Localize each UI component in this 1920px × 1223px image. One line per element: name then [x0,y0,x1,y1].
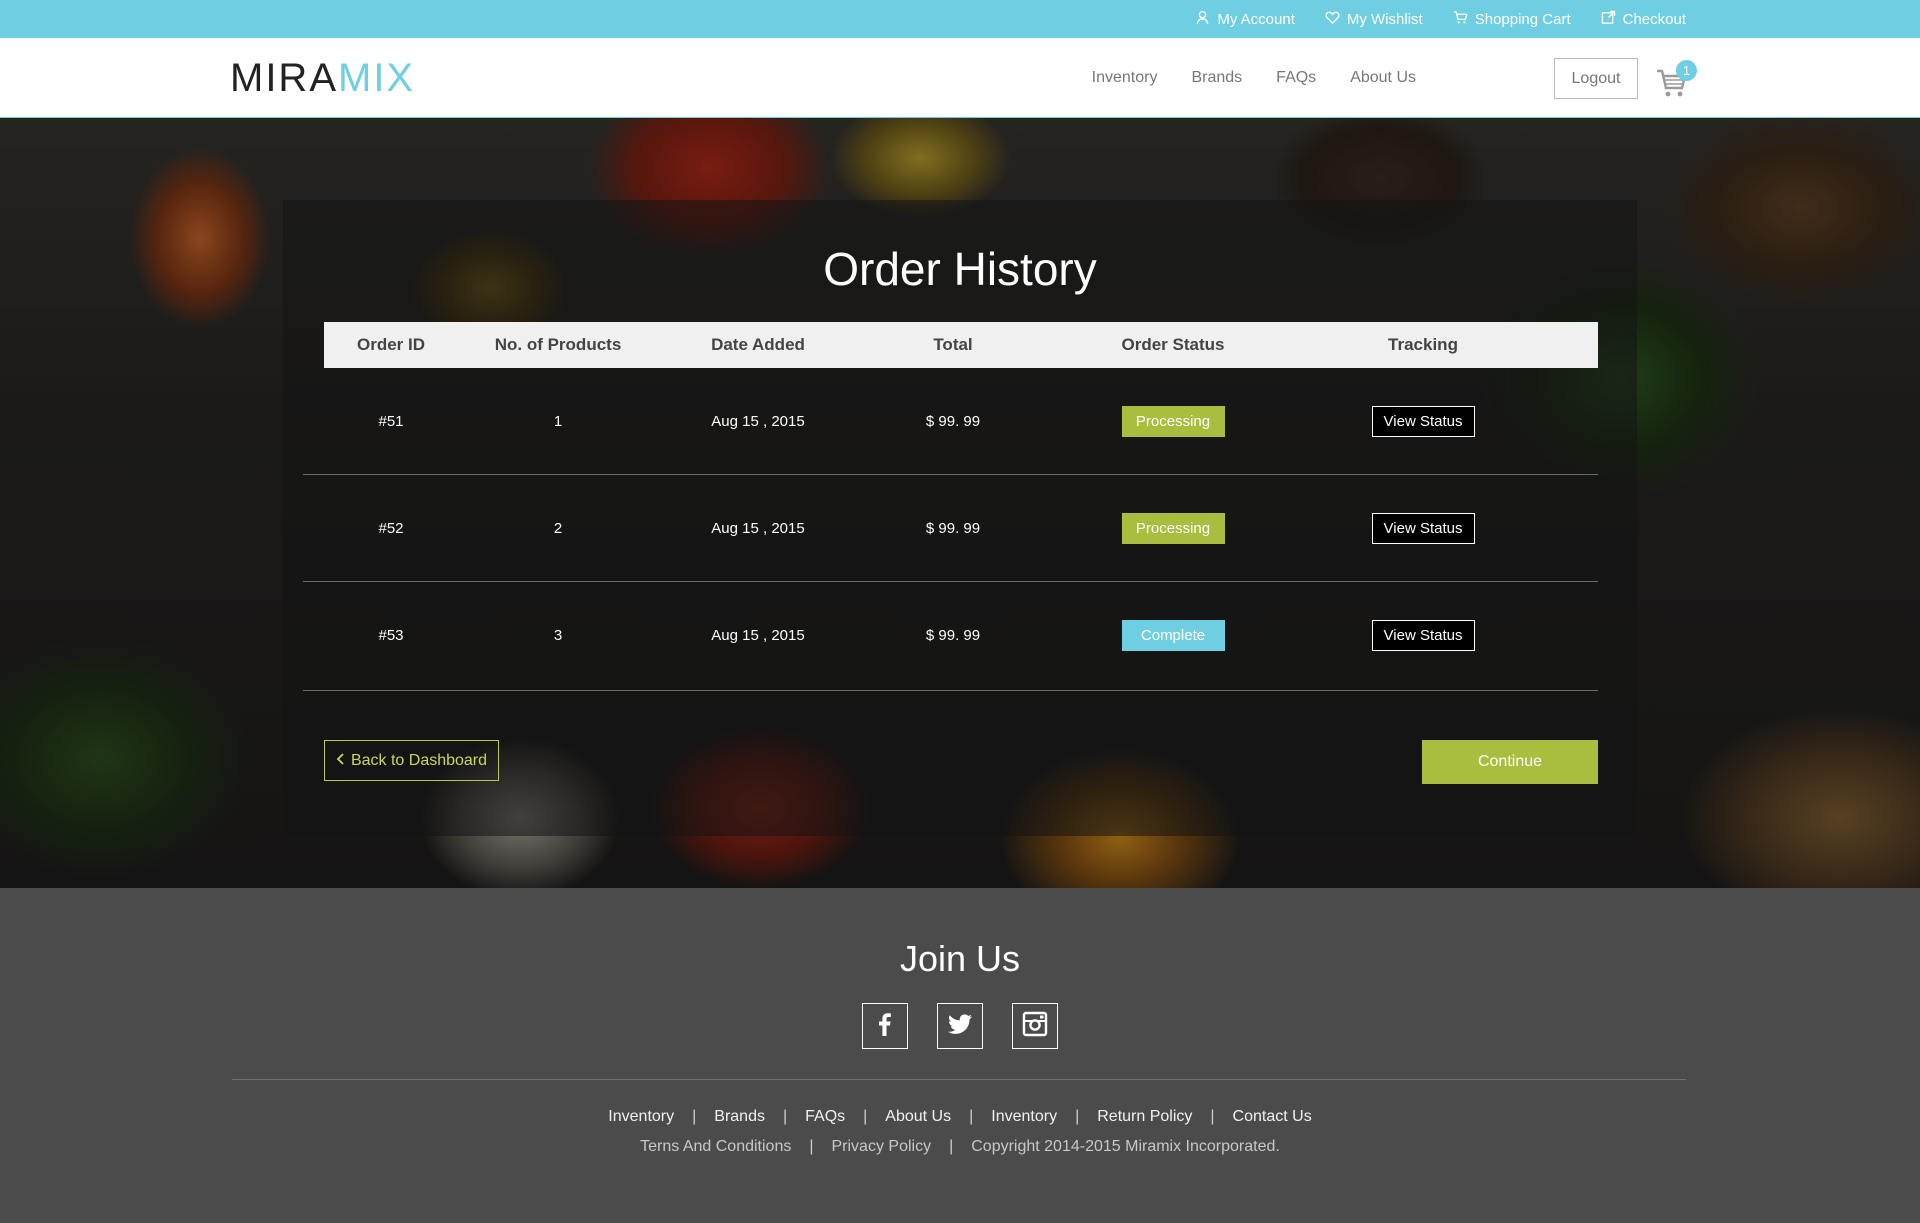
link-separator: | [809,1138,814,1155]
footer-link-about-us[interactable]: About Us [885,1108,951,1126]
footer-link-privacy-policy[interactable]: Privacy Policy [832,1138,932,1156]
facebook-button[interactable] [862,1003,908,1049]
logo-text-mix: MIX [338,56,416,100]
tracking-cell: View Status [1298,582,1548,689]
order-date: Aug 15 , 2015 [711,413,805,430]
tracking-cell: View Status [1298,368,1548,475]
order-total: $ 99. 99 [925,520,981,537]
table-row: #51 1 Aug 15 , 2015 $ 99. 99 Processing … [303,368,1598,475]
footer-link-return-policy[interactable]: Return Policy [1097,1108,1192,1126]
copyright-text: Copyright 2014-2015 Miramix Incorporated… [971,1138,1280,1155]
cart-icon [1453,10,1468,29]
footer-link-brands[interactable]: Brands [714,1108,765,1126]
user-icon [1195,10,1210,29]
shopping-cart-label: Shopping Cart [1474,10,1571,28]
my-account-label: My Account [1217,10,1295,28]
top-utility-bar: My Account My Wishlist Shopping Cart Che… [0,0,1920,38]
footer-links-secondary: Terns And Conditions | Privacy Policy | … [0,1138,1920,1156]
miramix-logo[interactable]: MIRAMIX [230,56,415,101]
instagram-button[interactable] [1012,1003,1058,1049]
order-date: Aug 15 , 2015 [711,520,805,537]
logo-text-mira: MIRA [230,56,338,100]
social-links [862,1003,1058,1049]
order-id: #51 [378,413,404,430]
order-products: 3 [553,627,563,644]
footer-link-inventory-2[interactable]: Inventory [991,1108,1057,1126]
order-date: Aug 15 , 2015 [711,627,805,644]
col-order-id: Order ID [356,335,426,354]
header-cart-button[interactable]: 1 [1655,60,1697,100]
footer-link-terms[interactable]: Terns And Conditions [640,1138,791,1156]
nav-inventory[interactable]: Inventory [1092,69,1158,87]
col-date-added: Date Added [711,335,805,354]
link-separator: | [969,1108,974,1125]
hero-section: Order History Order ID No. of Products D… [0,118,1920,888]
link-separator: | [949,1138,954,1155]
twitter-icon [946,1010,974,1043]
status-badge: Processing [1121,513,1225,544]
order-total: $ 99. 99 [925,627,981,644]
view-status-button[interactable]: View Status [1371,620,1475,651]
site-footer: Join Us Inventory | Brands | FAQs | Abou… [0,888,1920,1223]
logout-button[interactable]: Logout [1554,58,1638,99]
order-status-cell: Processing [1048,368,1298,475]
order-status-cell: Processing [1048,475,1298,582]
order-total: $ 99. 99 [925,413,981,430]
nav-faqs[interactable]: FAQs [1276,69,1316,87]
twitter-button[interactable] [937,1003,983,1049]
col-tracking: Tracking [1388,335,1458,354]
nav-about-us[interactable]: About Us [1350,69,1416,87]
shopping-cart-link[interactable]: Shopping Cart [1453,10,1571,29]
col-no-of-products: No. of Products [494,335,622,354]
footer-links-primary: Inventory | Brands | FAQs | About Us | I… [0,1108,1920,1126]
chevron-left-icon [336,752,345,770]
join-us-title: Join Us [899,938,1021,979]
back-to-dashboard-label: Back to Dashboard [350,751,488,769]
main-nav: Inventory Brands FAQs About Us [1092,38,1416,118]
status-badge: Complete [1121,620,1225,651]
facebook-icon [871,1010,899,1043]
checkout-icon [1601,10,1616,29]
order-id: #52 [378,520,404,537]
my-wishlist-label: My Wishlist [1346,10,1423,28]
my-account-link[interactable]: My Account [1195,10,1295,29]
top-links: My Account My Wishlist Shopping Cart Che… [1195,0,1686,38]
checkout-label: Checkout [1622,10,1686,28]
table-row: #53 3 Aug 15 , 2015 $ 99. 99 Complete Vi… [303,582,1598,691]
order-products: 1 [553,413,563,430]
heart-icon [1325,10,1340,29]
col-total: Total [933,335,973,354]
checkout-link[interactable]: Checkout [1601,10,1686,29]
link-separator: | [692,1108,697,1125]
back-to-dashboard-button[interactable]: Back to Dashboard [324,740,499,781]
nav-brands[interactable]: Brands [1191,69,1242,87]
continue-button[interactable]: Continue [1422,740,1598,784]
footer-link-faqs[interactable]: FAQs [805,1108,845,1126]
footer-divider [232,1079,1686,1080]
instagram-icon [1021,1010,1049,1043]
table-row: #52 2 Aug 15 , 2015 $ 99. 99 Processing … [303,475,1598,582]
cart-count-badge: 1 [1676,60,1697,81]
order-id: #53 [378,627,404,644]
footer-link-contact-us[interactable]: Contact Us [1233,1108,1312,1126]
page-title: Order History [823,243,1097,295]
view-status-button[interactable]: View Status [1371,406,1475,437]
tracking-cell: View Status [1298,475,1548,582]
site-header: MIRAMIX Inventory Brands FAQs About Us L… [0,38,1920,118]
footer-link-inventory[interactable]: Inventory [608,1108,674,1126]
link-separator: | [863,1108,868,1125]
order-products: 2 [553,520,563,537]
col-order-status: Order Status [1121,335,1225,354]
status-badge: Processing [1121,406,1225,437]
orders-table-header: Order ID No. of Products Date Added Tota… [324,322,1598,368]
link-separator: | [782,1108,788,1125]
link-separator: | [1075,1108,1080,1125]
view-status-button[interactable]: View Status [1371,513,1475,544]
link-separator: | [1210,1108,1215,1125]
my-wishlist-link[interactable]: My Wishlist [1325,10,1423,29]
order-status-cell: Complete [1048,582,1298,689]
